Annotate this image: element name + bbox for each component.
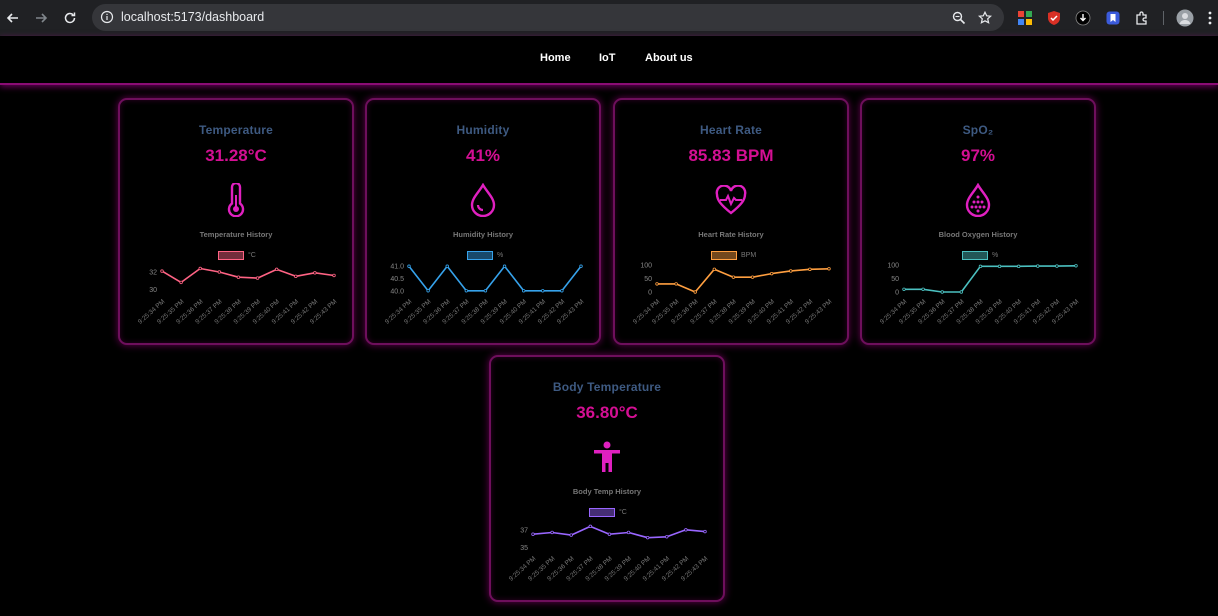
shield-extension-icon[interactable]	[1045, 9, 1063, 27]
back-arrow-icon[interactable]	[1, 6, 25, 30]
data-point	[712, 267, 717, 272]
browser-toolbar: localhost:5173/dashboard	[0, 0, 1218, 36]
data-point	[531, 532, 535, 536]
heart-rate-card: Heart Rate 85.83 BPM Heart Rate History …	[613, 98, 849, 345]
data-point	[313, 271, 317, 275]
data-point	[684, 528, 688, 532]
data-point	[217, 270, 222, 274]
temperature-history-chart: 32309:25:34 PM9:25:35 PM9:25:36 PM9:25:3…	[137, 266, 338, 326]
toolbar-separator	[1163, 11, 1164, 25]
y-tick-label: 35	[520, 545, 528, 552]
data-point	[588, 524, 593, 529]
data-point	[665, 535, 669, 539]
data-point	[541, 289, 545, 293]
extensions-puzzle-icon[interactable]	[1133, 9, 1151, 27]
data-point	[607, 532, 612, 536]
reload-icon[interactable]	[58, 6, 82, 30]
address-bar[interactable]: localhost:5173/dashboard	[92, 4, 1004, 31]
y-tick-label: 50	[891, 276, 899, 283]
y-tick-label: 40.0	[390, 288, 404, 295]
data-point	[569, 533, 573, 537]
site-info-icon[interactable]	[100, 10, 114, 29]
data-point	[483, 289, 488, 293]
data-point	[902, 287, 906, 291]
series-line	[161, 267, 335, 284]
data-point	[674, 282, 678, 286]
data-point	[160, 269, 164, 273]
nav-link-about[interactable]: About us	[645, 52, 693, 64]
y-tick-label: 100	[887, 263, 899, 270]
data-point	[789, 269, 793, 273]
data-point	[198, 266, 202, 271]
data-point	[236, 275, 241, 279]
data-point	[940, 290, 944, 294]
y-tick-label: 32	[149, 269, 157, 276]
data-point	[560, 289, 564, 293]
forward-arrow-icon[interactable]	[29, 6, 53, 30]
data-point	[978, 264, 983, 269]
data-point	[521, 289, 526, 293]
y-tick-label: 37	[520, 527, 528, 534]
humidity-history-chart: 41.040.540.09:25:34 PM9:25:35 PM9:25:36 …	[384, 264, 585, 326]
data-point	[626, 530, 631, 535]
series-line	[532, 525, 706, 539]
data-point	[655, 282, 659, 286]
data-point	[255, 276, 260, 280]
app-navbar: Home IoT About us	[0, 36, 1218, 85]
data-point	[274, 267, 279, 272]
data-point	[997, 264, 1002, 269]
nav-link-iot[interactable]: IoT	[599, 52, 616, 64]
data-point	[808, 267, 812, 272]
temperature-card: Temperature 31.28°C Temperature History …	[118, 98, 354, 345]
data-point	[426, 289, 430, 293]
browser-menu-icon[interactable]	[1201, 9, 1218, 27]
url-text[interactable]: localhost:5173/dashboard	[121, 10, 264, 24]
data-point	[294, 274, 298, 279]
data-point	[693, 290, 697, 294]
data-point	[731, 275, 736, 279]
series-line	[408, 265, 582, 292]
data-point	[1016, 264, 1021, 269]
data-point	[502, 264, 507, 268]
y-tick-label: 30	[149, 287, 157, 294]
humidity-card: Humidity 41% Humidity History % 41.0 40.5…	[365, 98, 601, 345]
series-line	[904, 265, 1077, 293]
data-point	[464, 289, 469, 293]
data-point	[1036, 264, 1040, 268]
data-point	[407, 264, 411, 268]
y-tick-label: 100	[640, 263, 652, 270]
bookmark-extension-icon[interactable]	[1104, 9, 1122, 27]
spo2-card: SpO₂ 97% Blood Oxygen History % 100 50 0 9:…	[860, 98, 1096, 345]
data-point	[445, 264, 449, 268]
profile-avatar-icon[interactable]	[1176, 9, 1194, 27]
data-point	[550, 530, 554, 535]
download-extension-icon[interactable]	[1074, 9, 1092, 27]
data-point	[750, 275, 755, 279]
y-tick-label: 40.5	[390, 276, 404, 283]
data-point	[579, 264, 583, 268]
data-point	[703, 529, 707, 534]
heart-rate-history-chart: 1005009:25:34 PM9:25:35 PM9:25:36 PM9:25…	[632, 263, 833, 326]
data-point	[959, 290, 964, 294]
data-point	[645, 535, 650, 540]
y-tick-label: 50	[644, 276, 652, 283]
zoom-icon[interactable]	[950, 9, 968, 27]
data-point	[769, 271, 774, 276]
y-tick-label: 41.0	[390, 264, 404, 271]
data-point	[1055, 264, 1059, 268]
body-temperature-card: Body Temperature 36.80°C Body Temp Histo…	[489, 355, 725, 602]
series-line	[657, 268, 830, 293]
blood-oxygen-history-chart: 1005009:25:34 PM9:25:35 PM9:25:36 PM9:25…	[879, 263, 1080, 326]
bookmark-star-icon[interactable]	[976, 9, 994, 27]
data-point	[179, 280, 183, 285]
data-point	[827, 267, 831, 271]
data-point	[921, 287, 925, 291]
data-point	[332, 273, 336, 278]
nav-link-home[interactable]: Home	[540, 52, 571, 64]
color-extension-icon[interactable]	[1016, 9, 1034, 27]
data-point	[1074, 264, 1078, 268]
y-tick-label: 0	[895, 290, 899, 297]
body-temp-history-chart: 37359:25:34 PM9:25:35 PM9:25:36 PM9:25:3…	[508, 524, 709, 583]
y-tick-label: 0	[648, 290, 652, 297]
